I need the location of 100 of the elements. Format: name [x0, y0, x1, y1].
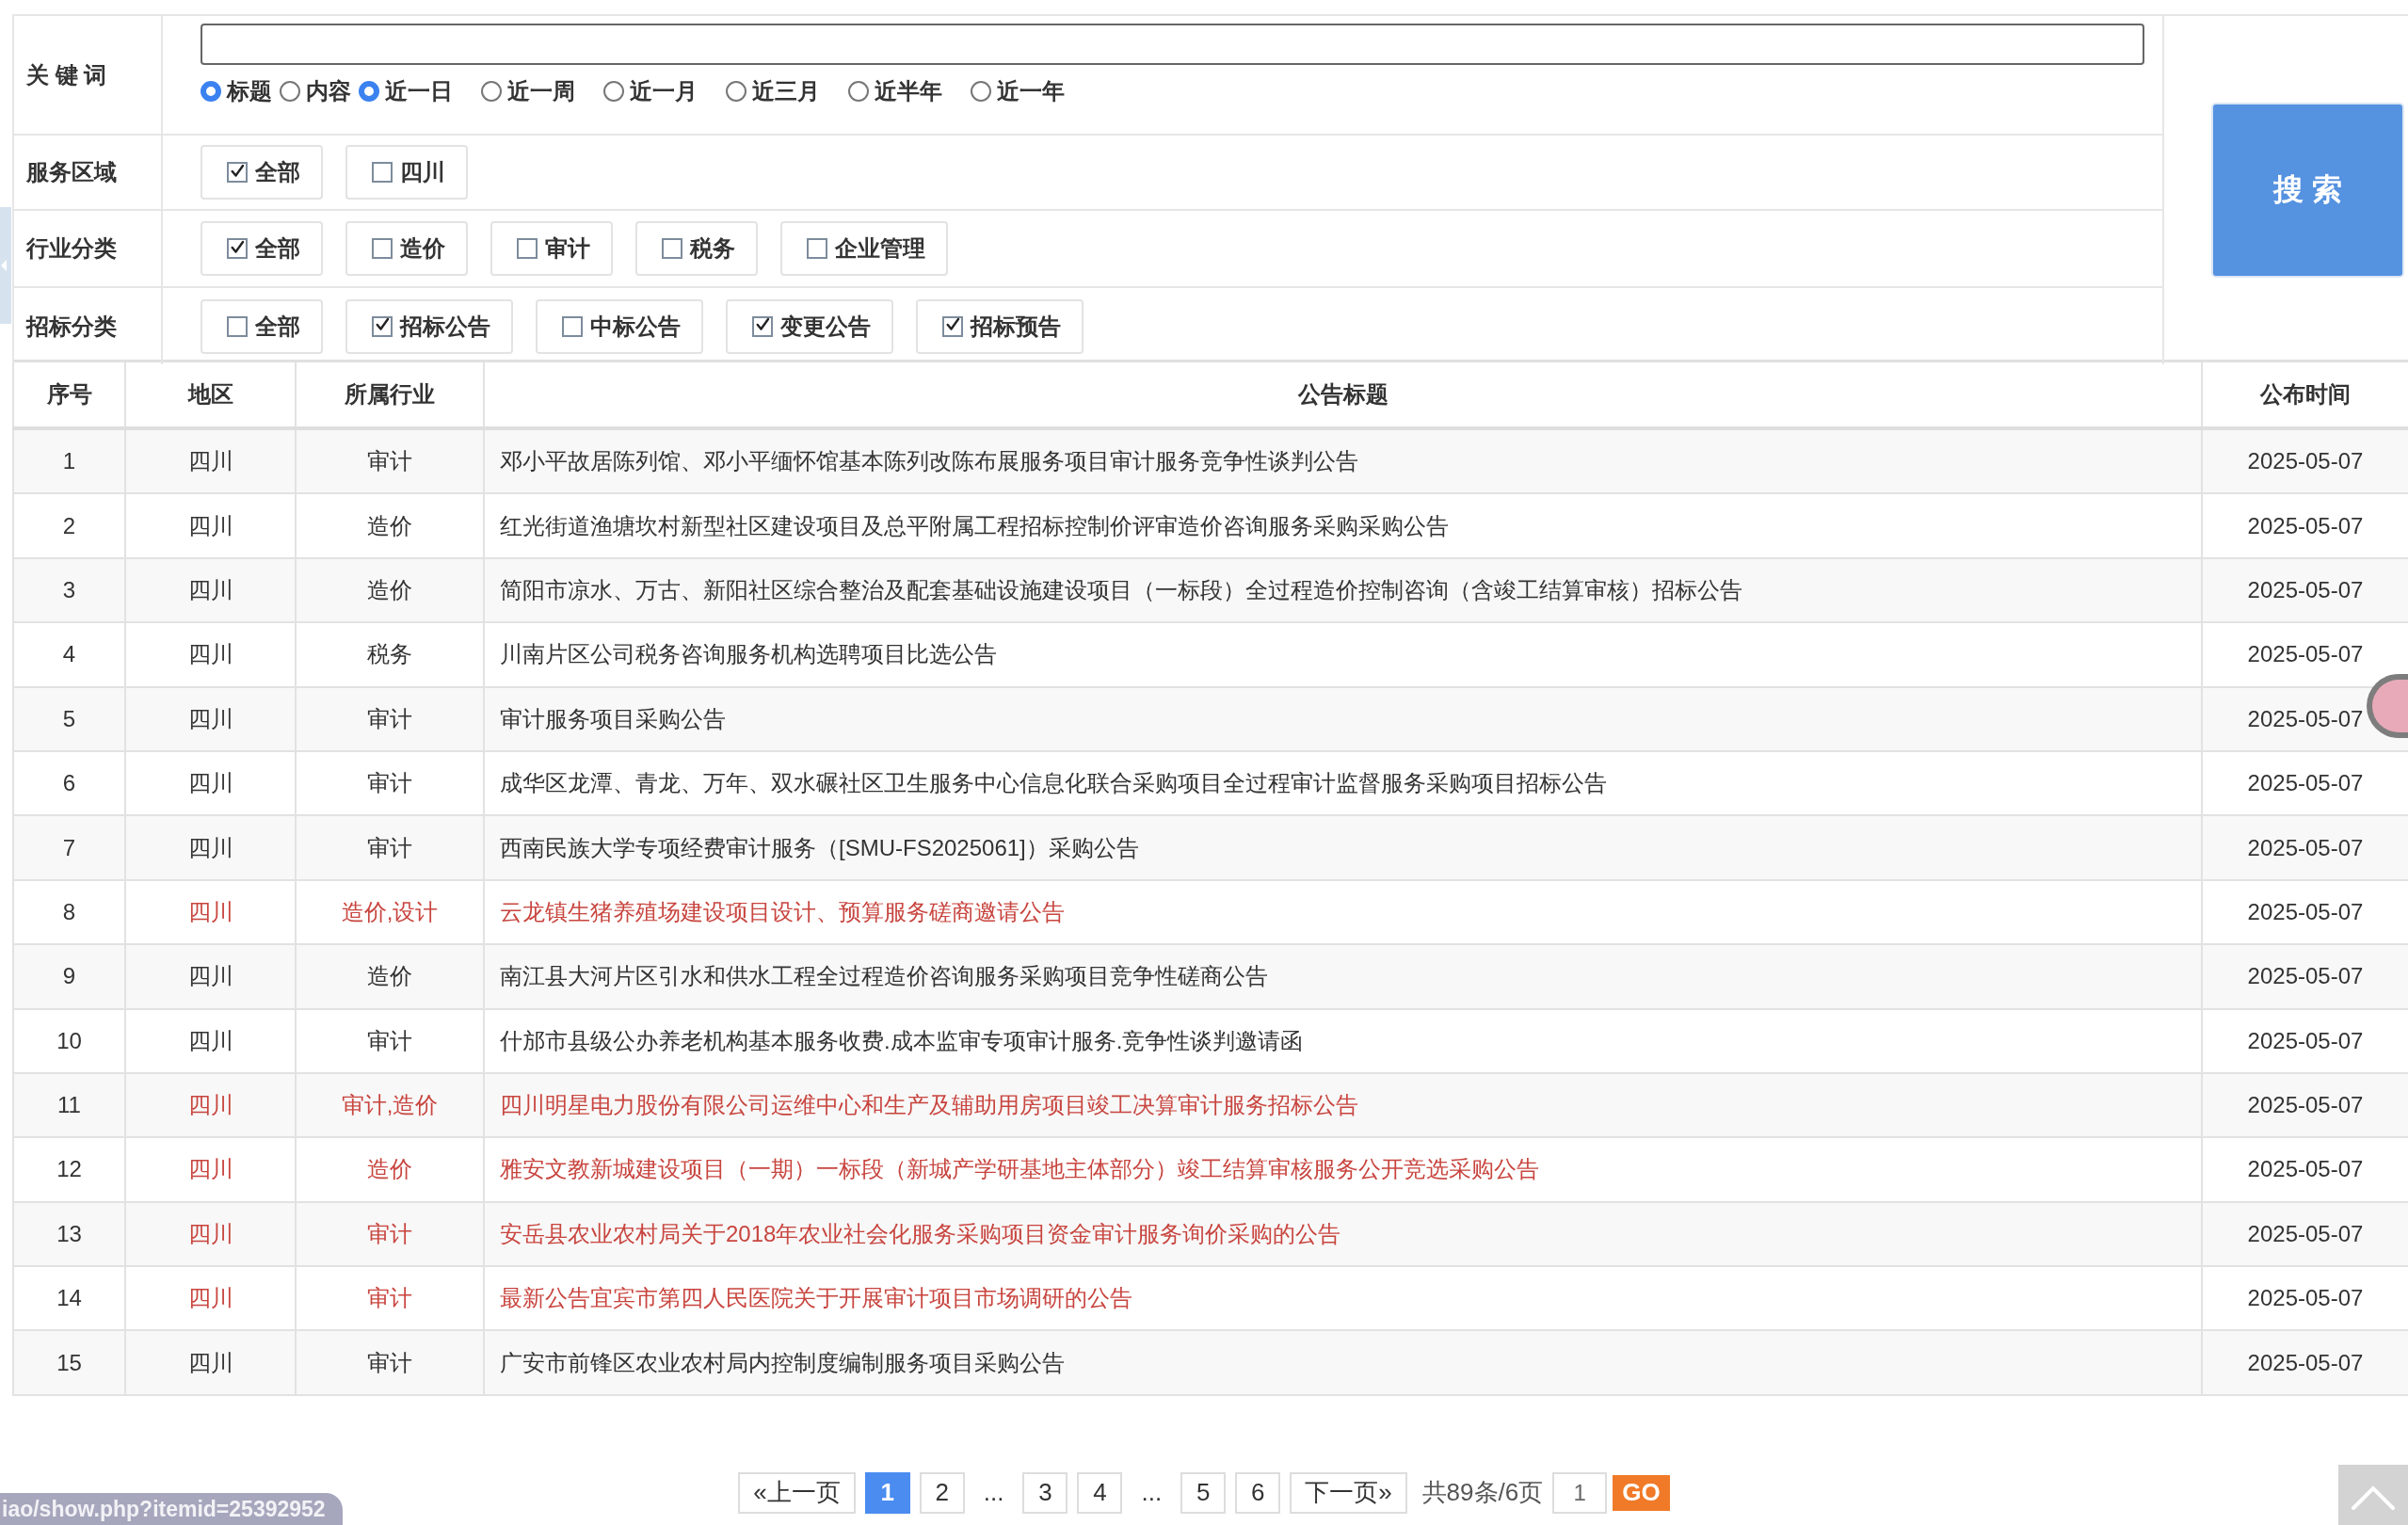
page-button[interactable]: 4 [1077, 1471, 1123, 1514]
announcement-link[interactable]: 云龙镇生猪养殖场建设项目设计、预算服务磋商邀请公告 [483, 880, 2201, 944]
page-summary: 共89条/6页 [1421, 1477, 1544, 1509]
checkbox[interactable] [517, 238, 538, 259]
checkbox-option[interactable]: 造价 [345, 221, 468, 276]
radio-option[interactable]: 近一年 [971, 76, 1065, 106]
checkbox[interactable] [227, 238, 248, 259]
table-cell: 四川 [124, 1009, 295, 1072]
checkbox-option[interactable]: 全部 [201, 221, 323, 276]
announcement-link[interactable]: 最新公告宜宾市第四人民医院关于开展审计项目市场调研的公告 [483, 1267, 2201, 1330]
checkbox-option[interactable]: 税务 [635, 221, 758, 276]
table-cell: 四川 [124, 880, 295, 944]
radio-option[interactable]: 标题 [201, 76, 272, 106]
radio-button[interactable] [971, 81, 991, 102]
checkbox[interactable] [942, 315, 963, 337]
column-header: 序号 [12, 362, 124, 426]
next-page-button[interactable]: 下一页» [1290, 1471, 1407, 1514]
table-cell: 7 [12, 816, 124, 879]
announcement-link[interactable]: 南江县大河片区引水和供水工程全过程造价咨询服务采购项目竞争性磋商公告 [483, 945, 2201, 1008]
announcement-link[interactable]: 西南民族大学专项经费审计服务（[SMU-FS2025061]）采购公告 [483, 816, 2201, 879]
announcement-link[interactable]: 简阳市凉水、万古、新阳社区综合整治及配套基础设施建设项目（一标段）全过程造价控制咨询（含竣工结算审核）招标公告 [483, 558, 2201, 622]
table-cell: 6 [12, 751, 124, 815]
table-cell: 四川 [124, 1267, 295, 1330]
announcement-link[interactable]: 雅安文教新城建设项目（一期）一标段（新城产学研基地主体部分）竣工结算审核服务公开竞选采购公告 [483, 1138, 2201, 1201]
filter-label: 服务区域 [12, 134, 163, 209]
radio-button[interactable] [481, 81, 502, 102]
translate-icon [2372, 680, 2408, 732]
radio-option[interactable]: 近三月 [726, 76, 820, 106]
radio-button[interactable] [359, 81, 379, 102]
column-header: 地区 [124, 362, 295, 426]
checkbox-option[interactable]: 中标公告 [536, 298, 703, 354]
table-cell: 13 [12, 1202, 124, 1266]
table-cell: 审计 [295, 1009, 483, 1072]
checkbox-option[interactable]: 四川 [345, 145, 468, 200]
checkbox-option[interactable]: 变更公告 [726, 298, 893, 354]
table-cell: 审计 [295, 1267, 483, 1330]
radio-button[interactable] [280, 81, 300, 102]
checkbox-option[interactable]: 招标公告 [345, 298, 513, 354]
table-cell: 审计 [295, 816, 483, 879]
table-cell: 2 [12, 494, 124, 557]
radio-option[interactable]: 近一月 [603, 76, 698, 106]
checkbox[interactable] [562, 315, 583, 337]
column-header: 公告标题 [483, 362, 2201, 426]
table-cell: 四川 [124, 430, 295, 493]
table-cell: 5 [12, 687, 124, 750]
announcement-link[interactable]: 红光街道渔塘坎村新型社区建设项目及总平附属工程招标控制价评审造价咨询服务采购采购公告 [483, 494, 2201, 557]
page-jump-field[interactable]: 1 [1552, 1471, 1608, 1514]
checkbox-option[interactable]: 招标预告 [916, 298, 1084, 354]
radio-button[interactable] [603, 81, 624, 102]
table-cell: 四川 [124, 945, 295, 1008]
radio-button[interactable] [726, 81, 746, 102]
table-cell: 11 [12, 1073, 124, 1137]
checkbox[interactable] [372, 162, 393, 183]
filter-label: 关 键 词 [12, 16, 163, 134]
table-cell: 四川 [124, 1331, 295, 1394]
checkbox[interactable] [372, 315, 393, 337]
table-cell: 2025-05-07 [2201, 1009, 2408, 1072]
checkbox-option[interactable]: 全部 [201, 298, 323, 354]
page-button[interactable]: 6 [1235, 1471, 1281, 1514]
table-cell: 审计 [295, 1331, 483, 1394]
checkbox[interactable] [227, 315, 248, 337]
announcement-link[interactable]: 成华区龙潭、青龙、万年、双水碾社区卫生服务中心信息化联合采购项目全过程审计监督服务采购项目招标公告 [483, 751, 2201, 815]
translate-button[interactable] [2367, 674, 2408, 738]
checkbox[interactable] [372, 238, 393, 259]
announcement-link[interactable]: 审计服务项目采购公告 [483, 687, 2201, 750]
page-button[interactable]: 5 [1180, 1471, 1227, 1514]
announcement-link[interactable]: 安岳县农业农村局关于2018年农业社会化服务采购项目资金审计服务询价采购的公告 [483, 1202, 2201, 1266]
checkbox-option[interactable]: 企业管理 [780, 221, 948, 276]
table-cell: 造价,设计 [295, 880, 483, 944]
page-button[interactable]: 3 [1022, 1471, 1068, 1514]
announcement-link[interactable]: 广安市前锋区农业农村局内控制度编制服务项目采购公告 [483, 1331, 2201, 1394]
checkbox[interactable] [662, 238, 682, 259]
page-button[interactable]: 2 [919, 1471, 965, 1514]
table-cell: 四川 [124, 1073, 295, 1137]
table-cell: 四川 [124, 816, 295, 879]
checkbox-option[interactable]: 审计 [490, 221, 613, 276]
announcement-link[interactable]: 川南片区公司税务咨询服务机构选聘项目比选公告 [483, 623, 2201, 686]
radio-option[interactable]: 近一日 [359, 76, 453, 106]
table-cell: 审计,造价 [295, 1073, 483, 1137]
checkbox[interactable] [807, 238, 827, 259]
checkbox-option[interactable]: 全部 [201, 145, 323, 200]
checkbox[interactable] [227, 162, 248, 183]
announcement-link[interactable]: 什邡市县级公办养老机构基本服务收费.成本监审专项审计服务.竞争性谈判邀请函 [483, 1009, 2201, 1072]
table-cell: 造价 [295, 1138, 483, 1201]
keyword-input-field[interactable] [201, 24, 2144, 65]
table-cell: 10 [12, 1009, 124, 1072]
table-cell: 造价 [295, 494, 483, 557]
announcement-link[interactable]: 邓小平故居陈列馆、邓小平缅怀馆基本陈列改陈布展服务项目审计服务竞争性谈判公告 [483, 430, 2201, 493]
previous-page-button[interactable]: «上一页 [738, 1471, 856, 1514]
table-cell: 2025-05-07 [2201, 558, 2408, 622]
table-cell: 审计 [295, 430, 483, 493]
table-cell: 税务 [295, 623, 483, 686]
checkbox[interactable] [752, 315, 773, 337]
radio-button[interactable] [848, 81, 869, 102]
table-cell: 4 [12, 623, 124, 686]
radio-button[interactable] [201, 81, 221, 102]
radio-option[interactable]: 近半年 [848, 76, 942, 106]
radio-option[interactable]: 近一周 [481, 76, 575, 106]
radio-option[interactable]: 内容 [280, 76, 351, 106]
announcement-link[interactable]: 四川明星电力股份有限公司运维中心和生产及辅助用房项目竣工决算审计服务招标公告 [483, 1073, 2201, 1137]
